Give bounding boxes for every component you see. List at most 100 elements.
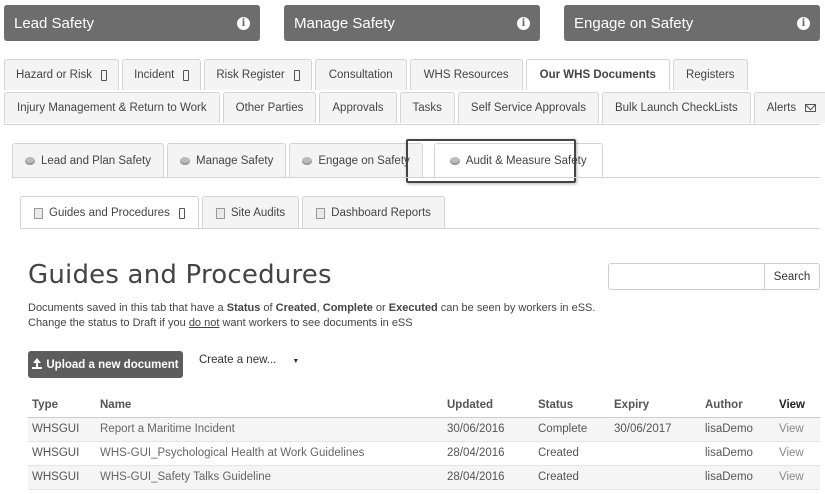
view-link[interactable]: View [775, 417, 820, 442]
create-new-dropdown[interactable]: Create a new... ▼ [199, 354, 299, 366]
tab-label: Alerts [766, 102, 797, 114]
tab-approvals[interactable]: Approvals [319, 92, 397, 123]
note-text: Change the status to Draft if you [28, 317, 189, 329]
cell-name: WHS-GUI_Safety Talks Guideline [96, 465, 443, 490]
column-header-type[interactable]: Type [28, 394, 96, 418]
tab-label: Manage Safety [195, 154, 274, 167]
note-underline: do not [188, 317, 220, 329]
column-header-view: View [775, 394, 820, 418]
tab-label: Bulk Launch CheckLists [614, 102, 738, 114]
tab-tasks[interactable]: Tasks [399, 92, 455, 123]
tab-self-service-approvals[interactable]: Self Service Approvals [457, 92, 599, 123]
search-button[interactable]: Search [764, 263, 820, 290]
note-bold: Status [226, 302, 261, 314]
cell-expiry [610, 465, 701, 490]
search-input[interactable] [608, 263, 765, 290]
tab-other-parties[interactable]: Other Parties [222, 92, 317, 123]
cell-type: WHSGUI [28, 441, 96, 466]
page-title: Guides and Procedures [28, 260, 332, 290]
main-nav-row-2: Injury Management & Return to Work Other… [4, 92, 825, 123]
cell-name: WHS-GUI_Psychological Health at Work Gui… [96, 441, 443, 466]
tab-bulk-launch-checklists[interactable]: Bulk Launch CheckLists [601, 92, 751, 123]
document-icon [215, 207, 225, 219]
tab-label: Injury Management & Return to Work [17, 102, 207, 114]
manage-safety-banner[interactable]: Manage Safety i [284, 5, 540, 41]
tab-risk-register[interactable]: Risk Register [204, 59, 312, 90]
banner-label: Lead Safety [14, 14, 95, 32]
cell-type: WHSGUI [28, 465, 96, 490]
banner-label: Manage Safety [294, 14, 395, 32]
table-row: WHSGUI Report a Maritime Incident 30/06/… [28, 417, 820, 442]
column-header-name[interactable]: Name [96, 394, 443, 418]
main-nav-row-1: Hazard or Risk Incident Risk Register Co… [4, 59, 751, 90]
column-header-expiry[interactable]: Expiry [610, 394, 701, 418]
button-label: Upload a new document [46, 358, 179, 371]
cell-type: WHSGUI [28, 417, 96, 442]
cell-status: Created [534, 441, 610, 466]
phone-icon [183, 69, 190, 81]
cell-updated: 28/04/2016 [443, 441, 534, 466]
tab-consultation[interactable]: Consultation [314, 59, 407, 90]
cell-updated: 28/04/2016 [443, 465, 534, 490]
column-header-status[interactable]: Status [534, 394, 610, 418]
tab-engage-on-safety[interactable]: Engage on Safety [289, 143, 423, 177]
tab-label: Engage on Safety [318, 154, 410, 167]
tab-dashboard-reports[interactable]: Dashboard Reports [302, 196, 445, 229]
tab-whs-resources[interactable]: WHS Resources [409, 59, 523, 90]
globe-icon [179, 156, 190, 165]
category-divider [12, 177, 820, 178]
phone-icon [293, 69, 300, 81]
tab-lead-and-plan-safety[interactable]: Lead and Plan Safety [12, 143, 164, 177]
caret-down-icon: ▼ [292, 358, 300, 365]
tab-injury-management[interactable]: Injury Management & Return to Work [4, 92, 220, 123]
note-text: want workers to see documents in eSS [219, 317, 413, 329]
mail-icon [805, 104, 817, 112]
view-link[interactable]: View [775, 441, 820, 466]
view-link[interactable]: View [775, 465, 820, 490]
tab-label: Other Parties [235, 102, 304, 114]
tab-label: Risk Register [216, 69, 285, 81]
note-text: or [372, 302, 389, 314]
info-icon[interactable]: i [237, 16, 250, 30]
tab-guides-and-procedures[interactable]: Guides and Procedures [20, 196, 199, 229]
tab-site-audits[interactable]: Site Audits [201, 196, 300, 229]
column-header-updated[interactable]: Updated [443, 394, 534, 418]
cell-name: Report a Maritime Incident [96, 417, 443, 442]
visibility-note: Documents saved in this tab that have a … [28, 302, 595, 314]
cell-status: Created [534, 465, 610, 490]
tab-hazard-or-risk[interactable]: Hazard or Risk [4, 59, 120, 90]
document-icon [34, 207, 43, 219]
tab-label: Lead and Plan Safety [41, 154, 151, 167]
tab-label: Dashboard Reports [331, 207, 431, 219]
tab-manage-safety[interactable]: Manage Safety [166, 143, 287, 177]
note-bold: Created [275, 302, 317, 314]
tab-alerts[interactable]: Alerts [753, 92, 825, 123]
documents-table: Type Name Updated Status Expiry Author V… [28, 394, 820, 490]
tab-label: Hazard or Risk [16, 69, 93, 81]
lead-safety-banner[interactable]: Lead Safety i [4, 5, 260, 41]
globe-icon [25, 156, 35, 165]
table-row: WHSGUI WHS-GUI_Safety Talks Guideline 28… [28, 465, 820, 490]
info-icon[interactable]: i [797, 16, 810, 30]
tab-our-whs-documents[interactable]: Our WHS Documents [525, 59, 670, 90]
engage-on-safety-banner[interactable]: Engage on Safety i [564, 5, 820, 41]
globe-icon [302, 156, 313, 165]
cell-author: lisaDemo [701, 465, 775, 490]
tab-registers[interactable]: Registers [672, 59, 748, 90]
banner-label: Engage on Safety [574, 14, 694, 32]
note-text: of [260, 302, 276, 314]
tab-label: Tasks [412, 102, 442, 114]
tab-label: Incident [134, 69, 175, 81]
column-header-author[interactable]: Author [701, 394, 775, 418]
tab-label: Approvals [332, 102, 384, 114]
document-icon [316, 207, 326, 219]
dropdown-label: Create a new... [199, 354, 277, 366]
upload-document-button[interactable]: Upload a new document [28, 351, 183, 378]
cell-expiry: 30/06/2017 [610, 417, 701, 442]
tab-label: Registers [685, 69, 735, 81]
upload-icon [32, 358, 43, 369]
tab-incident[interactable]: Incident [122, 59, 202, 90]
phone-icon [178, 207, 185, 219]
info-icon[interactable]: i [517, 16, 530, 30]
cell-updated: 30/06/2016 [443, 417, 534, 442]
